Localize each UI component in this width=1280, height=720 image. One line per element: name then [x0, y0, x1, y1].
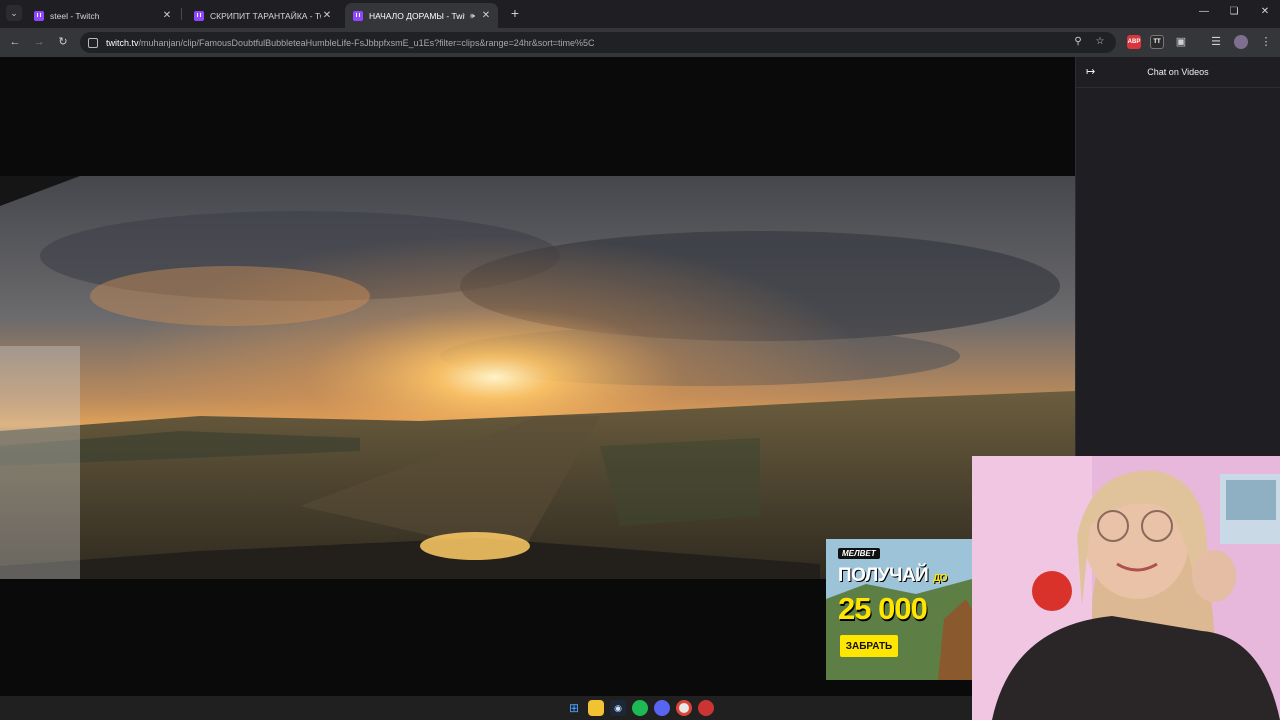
tab-close-icon[interactable]: ✕	[161, 10, 173, 21]
screen: ⌄ steel - Twitch ✕ СКРИПИТ ТАРАНТАЙКА - …	[0, 0, 1280, 720]
reload-icon[interactable]: ↻	[56, 35, 70, 49]
zoom-icon[interactable]: ⚲	[1072, 36, 1084, 47]
ad-headline-small: ДО	[933, 573, 948, 584]
url-text[interactable]: twitch.tv/muhanjan/clip/FamousDoubtfulBu…	[106, 38, 595, 48]
browser-toolbar: ← → ↻ twitch.tv/muhanjan/clip/FamousDoub…	[0, 28, 1280, 57]
webcam-image	[972, 456, 1280, 720]
tab-close-icon[interactable]: ✕	[480, 10, 492, 21]
tab-steel[interactable]: steel - Twitch ✕	[26, 3, 179, 28]
chat-title: Chat on Videos	[1147, 67, 1209, 77]
app-icon[interactable]	[698, 700, 714, 716]
adblock-extension-icon[interactable]: ABP	[1127, 35, 1141, 49]
spotify-icon[interactable]	[632, 700, 648, 716]
discord-icon[interactable]	[654, 700, 670, 716]
menu-dots-icon[interactable]: ⋮	[1259, 35, 1273, 49]
new-tab-plus-icon[interactable]: +	[508, 5, 522, 21]
media-controls-icon[interactable]: ☰	[1209, 35, 1223, 49]
ad-claim-button[interactable]: ЗАБРАТЬ	[840, 635, 898, 657]
ad-amount: 25 000	[838, 591, 928, 626]
streamer-webcam	[972, 456, 1280, 720]
ad-headline: ПОЛУЧАЙ ДО	[838, 565, 948, 587]
restore-icon[interactable]: ❏	[1226, 6, 1242, 17]
tt-extension-icon[interactable]: TT	[1150, 35, 1164, 49]
video-frame[interactable]	[0, 176, 1075, 579]
ad-brand-logo: МЕЛBET	[838, 548, 880, 559]
file-explorer-icon[interactable]	[588, 700, 604, 716]
sunset-video-image	[0, 176, 1075, 579]
url-host: twitch.tv	[106, 37, 139, 48]
bookmark-star-icon[interactable]: ☆	[1094, 36, 1106, 47]
collapse-chat-icon[interactable]: ↦	[1086, 65, 1095, 78]
twitch-favicon-icon	[353, 10, 363, 21]
tab-search-chevron-icon[interactable]: ⌄	[6, 5, 22, 21]
forward-arrow-icon[interactable]: →	[32, 35, 46, 49]
tab-title: СКРИПИТ ТАРАНТАЙКА - Twitch	[210, 10, 321, 21]
tab-separator	[181, 8, 182, 20]
twitch-favicon-icon	[34, 10, 44, 21]
tab-strip: ⌄ steel - Twitch ✕ СКРИПИТ ТАРАНТАЙКА - …	[0, 0, 1280, 28]
url-path: /muhanjan/clip/FamousDoubtfulBubbleteaHu…	[138, 37, 595, 48]
back-arrow-icon[interactable]: ←	[8, 35, 22, 49]
chat-header: ↦ Chat on Videos	[1076, 57, 1280, 88]
tab-title: steel - Twitch	[50, 10, 100, 21]
windows-start-icon[interactable]: ⊞	[566, 700, 582, 716]
extensions-puzzle-icon[interactable]: ▣	[1174, 35, 1188, 49]
tab-skripit[interactable]: СКРИПИТ ТАРАНТАЙКА - Twitch ✕	[186, 3, 339, 28]
address-bar[interactable]: twitch.tv/muhanjan/clip/FamousDoubtfulBu…	[80, 32, 1116, 53]
twitch-favicon-icon	[194, 10, 204, 21]
extension-label: ABP	[1127, 39, 1141, 45]
ad-headline-text: ПОЛУЧАЙ	[838, 565, 929, 586]
close-icon[interactable]: ✕	[1257, 6, 1273, 17]
profile-avatar[interactable]	[1234, 35, 1248, 49]
melbet-ad-banner[interactable]: МЕЛBET ПОЛУЧАЙ ДО 25 000 ЗАБРАТЬ	[826, 539, 972, 680]
minimize-icon[interactable]: —	[1196, 6, 1212, 17]
tab-close-icon[interactable]: ✕	[321, 10, 333, 21]
windows-taskbar: ⊞ ◉	[0, 696, 972, 720]
extension-label: TT	[1153, 39, 1161, 45]
tab-title: НАЧАЛО ДОРАМЫ - Twitch	[369, 10, 465, 21]
steam-icon[interactable]: ◉	[610, 700, 626, 716]
tab-nachalo-doramy[interactable]: НАЧАЛО ДОРАМЫ - Twitch 🕪 ✕	[345, 3, 498, 28]
speaker-icon[interactable]: 🕪	[470, 11, 475, 21]
site-settings-icon[interactable]	[88, 37, 98, 48]
chrome-icon[interactable]	[676, 700, 692, 716]
